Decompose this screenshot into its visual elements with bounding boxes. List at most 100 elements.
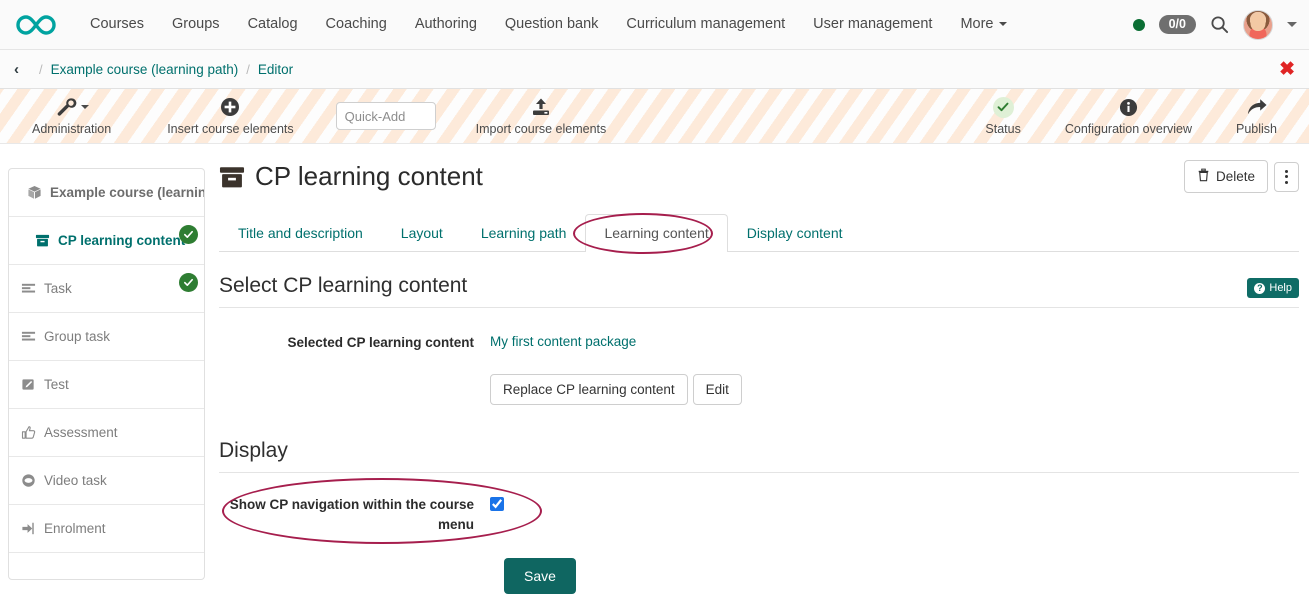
sidebar-item-task[interactable]: Task bbox=[9, 265, 204, 313]
editor-toolbar: Administration Insert course elements Im… bbox=[0, 89, 1309, 144]
pencil-square-icon bbox=[21, 377, 36, 392]
toolbar-publish-label: Publish bbox=[1236, 122, 1277, 136]
page-header: CP learning content Delete bbox=[219, 160, 1299, 193]
toolbar-configuration-label: Configuration overview bbox=[1064, 122, 1192, 136]
close-icon[interactable]: ✖ bbox=[1279, 60, 1295, 79]
toolbar-status-label: Status bbox=[985, 122, 1021, 136]
toolbar-configuration-overview[interactable]: Configuration overview bbox=[1055, 96, 1202, 136]
content-package-actions: Replace CP learning content Edit bbox=[490, 374, 1299, 405]
tab-learning-content[interactable]: Learning content bbox=[585, 214, 728, 252]
cp-navigation-label: Show CP navigation within the course men… bbox=[229, 497, 474, 532]
sidebar-item-label: Task bbox=[44, 281, 72, 296]
main-content: CP learning content Delete Title and des… bbox=[219, 160, 1299, 595]
sidebar-item-label: Enrolment bbox=[44, 521, 106, 536]
selected-content-row: Selected CP learning content My first co… bbox=[219, 333, 1299, 405]
sidebar-item-label: Video task bbox=[44, 473, 107, 488]
chevron-down-icon[interactable] bbox=[1287, 22, 1297, 27]
chevron-down-icon bbox=[80, 105, 89, 109]
toolbar-administration-label: Administration bbox=[32, 122, 112, 136]
cp-navigation-field bbox=[490, 495, 1299, 534]
chevron-down-icon bbox=[998, 22, 1007, 27]
nav-link-groups[interactable]: Groups bbox=[158, 0, 234, 49]
tab-learning-path[interactable]: Learning path bbox=[462, 214, 586, 252]
avatar[interactable] bbox=[1243, 9, 1273, 40]
breadcrumb: ‹ / Example course (learning path) / Edi… bbox=[0, 50, 1309, 89]
search-icon[interactable] bbox=[1210, 15, 1229, 34]
nav-link-authoring[interactable]: Authoring bbox=[401, 0, 491, 49]
toolbar-status[interactable]: Status bbox=[975, 96, 1030, 136]
breadcrumb-separator: / bbox=[39, 61, 43, 77]
sidebar-item-cp-learning-content[interactable]: CP learning content bbox=[9, 217, 204, 265]
sidebar-item-assessment[interactable]: Assessment bbox=[9, 409, 204, 457]
toolbar-insert-label: Insert course elements bbox=[167, 122, 294, 136]
sidebar-item-test[interactable]: Test bbox=[9, 361, 204, 409]
cp-navigation-checkbox[interactable] bbox=[490, 497, 504, 511]
sidebar-item-label: Assessment bbox=[44, 425, 118, 440]
toolbar-import-course-elements[interactable]: Import course elements bbox=[466, 96, 617, 136]
archive-icon bbox=[219, 164, 245, 190]
toolbar-insert-course-elements[interactable]: Insert course elements bbox=[157, 96, 303, 136]
toolbar-publish[interactable]: Publish bbox=[1226, 96, 1287, 136]
plus-circle-icon bbox=[220, 96, 240, 118]
sidebar-item-label: CP learning content bbox=[58, 233, 186, 248]
tab-title-and-description[interactable]: Title and description bbox=[219, 214, 382, 252]
tab-display-content[interactable]: Display content bbox=[728, 214, 862, 252]
video-circle-icon bbox=[21, 473, 36, 488]
online-status-dot bbox=[1132, 18, 1145, 31]
archive-icon bbox=[35, 233, 50, 248]
sidebar-item-course-root[interactable]: Example course (learning bbox=[9, 169, 204, 217]
wrench-icon bbox=[55, 96, 89, 118]
sign-in-icon bbox=[21, 521, 36, 536]
package-icon bbox=[27, 185, 42, 200]
nav-right-cluster: 0/0 bbox=[1132, 9, 1297, 40]
settings-tabs: Title and description Layout Learning pa… bbox=[219, 213, 1299, 252]
info-icon bbox=[1119, 96, 1138, 118]
trash-icon bbox=[1197, 168, 1210, 185]
page-title: CP learning content bbox=[255, 161, 483, 191]
cp-navigation-row: Show CP navigation within the course men… bbox=[219, 495, 1299, 534]
infinity-logo[interactable] bbox=[14, 13, 58, 37]
section-heading-display: Display bbox=[219, 439, 1299, 473]
delete-button[interactable]: Delete bbox=[1183, 160, 1268, 193]
breadcrumb-separator: / bbox=[246, 61, 250, 77]
status-badge-ok bbox=[179, 225, 198, 244]
ratio-badge[interactable]: 0/0 bbox=[1158, 15, 1196, 34]
upload-icon bbox=[531, 96, 551, 118]
nav-link-more[interactable]: More bbox=[946, 0, 1020, 49]
nav-more-label: More bbox=[960, 16, 994, 32]
back-icon[interactable]: ‹ bbox=[14, 61, 19, 78]
more-options-button[interactable] bbox=[1274, 161, 1299, 192]
nav-link-user-management[interactable]: User management bbox=[799, 0, 946, 49]
breadcrumb-item-course[interactable]: Example course (learning path) bbox=[51, 62, 239, 77]
top-navigation-bar: Courses Groups Catalog Coaching Authorin… bbox=[0, 0, 1309, 50]
delete-button-label: Delete bbox=[1215, 169, 1255, 184]
replace-cp-learning-content-button[interactable]: Replace CP learning content bbox=[490, 374, 688, 405]
edit-button[interactable]: Edit bbox=[692, 374, 742, 405]
help-badge[interactable]: ? Help bbox=[1247, 278, 1299, 298]
selected-content-field: My first content package Replace CP lear… bbox=[490, 333, 1299, 405]
toolbar-administration[interactable]: Administration bbox=[22, 96, 121, 136]
lines-icon bbox=[21, 329, 36, 344]
thumbs-up-icon bbox=[21, 425, 36, 440]
save-button[interactable]: Save bbox=[504, 558, 576, 595]
quick-add-input[interactable] bbox=[335, 102, 436, 130]
page-actions: Delete bbox=[1183, 160, 1299, 193]
nav-link-courses[interactable]: Courses bbox=[76, 0, 158, 49]
sidebar-item-label: Group task bbox=[44, 329, 111, 344]
content-package-link[interactable]: My first content package bbox=[490, 334, 636, 349]
toolbar-import-label: Import course elements bbox=[475, 122, 607, 136]
selected-content-label: Selected CP learning content bbox=[287, 335, 474, 350]
nav-link-coaching[interactable]: Coaching bbox=[312, 0, 401, 49]
section-heading-label: Select CP learning content bbox=[219, 274, 468, 297]
nav-link-curriculum-management[interactable]: Curriculum management bbox=[612, 0, 799, 49]
nav-link-catalog[interactable]: Catalog bbox=[234, 0, 312, 49]
sidebar-item-group-task[interactable]: Group task bbox=[9, 313, 204, 361]
sidebar-item-enrolment[interactable]: Enrolment bbox=[9, 505, 204, 553]
sidebar-item-label: Test bbox=[44, 377, 69, 392]
tab-layout[interactable]: Layout bbox=[382, 214, 462, 252]
breadcrumb-item-editor[interactable]: Editor bbox=[258, 62, 293, 77]
sidebar-item-video-task[interactable]: Video task bbox=[9, 457, 204, 505]
section-heading-select-cp: Select CP learning content ? Help bbox=[219, 274, 1299, 308]
nav-link-question-bank[interactable]: Question bank bbox=[491, 0, 613, 49]
